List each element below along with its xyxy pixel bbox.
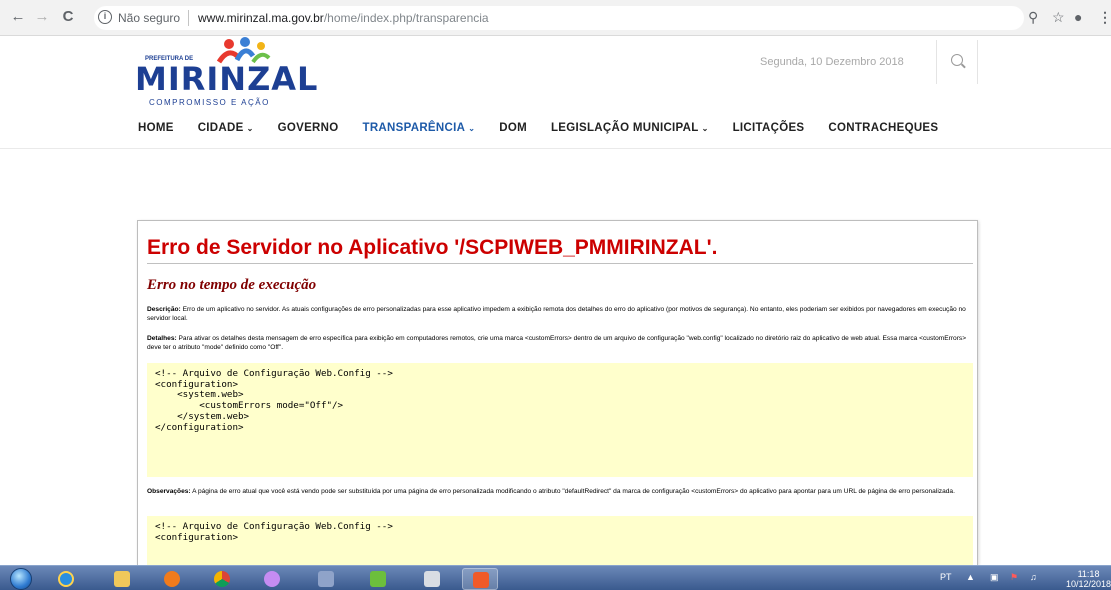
- search-icon: [951, 54, 963, 66]
- zoom-icon[interactable]: ⚲: [1028, 9, 1038, 25]
- error-details: Detalhes: Para ativar os detalhes desta …: [147, 334, 973, 352]
- url-host: www.mirinzal.ma.gov.br: [198, 11, 324, 25]
- browser-toolbar: ← → C i Não seguro www.mirinzal.ma.gov.b…: [0, 0, 1111, 36]
- chrome-icon[interactable]: [204, 568, 240, 590]
- omnibox-divider: [188, 10, 189, 26]
- search-button[interactable]: [936, 40, 978, 84]
- logo-wordmark: MIRINZAL: [135, 60, 319, 98]
- chevron-down-icon: ⌄: [468, 124, 476, 133]
- menu-dom[interactable]: DOM: [499, 122, 527, 134]
- media-player-icon[interactable]: [154, 568, 190, 590]
- clock-date: 10/12/2018: [1066, 579, 1111, 589]
- main-menu: HOME CIDADE ⌄ GOVERNO TRANSPARÊNCIA ⌄ DOM …: [138, 122, 962, 134]
- forward-icon[interactable]: →: [34, 9, 50, 25]
- info-icon[interactable]: i: [98, 10, 112, 24]
- site-logo[interactable]: PREFEITURA DE MIRINZAL COMPROMISSO E AÇÃ…: [135, 36, 317, 108]
- menu-cidade[interactable]: CIDADE ⌄: [198, 122, 254, 134]
- system-clock[interactable]: 11:18 10/12/2018: [1066, 569, 1111, 589]
- code-line: </system.web>: [155, 410, 250, 422]
- code-block-config: <!-- Arquivo de Configuração Web.Config …: [147, 363, 973, 477]
- menu-transparencia-label: TRANSPARÊNCIA: [362, 122, 466, 134]
- divider: [147, 263, 973, 264]
- menu-legislacao[interactable]: LEGISLAÇÃO MUNICIPAL ⌄: [551, 122, 709, 134]
- menu-cidade-label: CIDADE: [197, 122, 244, 134]
- menu-governo[interactable]: GOVERNO: [278, 122, 339, 134]
- site-header: PREFEITURA DE MIRINZAL COMPROMISSO E AÇÃ…: [0, 36, 1111, 149]
- url-text[interactable]: www.mirinzal.ma.gov.br/home/index.php/tr…: [198, 11, 489, 25]
- address-bar[interactable]: i Não seguro www.mirinzal.ma.gov.br/home…: [94, 6, 1024, 30]
- network-tray-icon[interactable]: ▣: [990, 572, 999, 583]
- notes-label: Observações:: [147, 488, 191, 495]
- error-subtitle: Erro no tempo de execução: [147, 277, 317, 293]
- start-button[interactable]: [10, 568, 32, 590]
- code-block-redirect: <!-- Arquivo de Configuração Web.Config …: [147, 516, 973, 565]
- chevron-down-icon: ⌄: [701, 124, 709, 133]
- url-path: /home/index.php/transparencia: [323, 11, 489, 25]
- code-line: <configuration>: [155, 378, 238, 390]
- menu-legislacao-label: LEGISLAÇÃO MUNICIPAL: [550, 122, 699, 134]
- clock-time: 11:18: [1077, 569, 1100, 579]
- ie-icon[interactable]: [48, 568, 84, 590]
- details-text: Para ativar os detalhes desta mensagem d…: [147, 335, 967, 351]
- profile-icon[interactable]: ●: [1074, 9, 1082, 25]
- notes-text: A página de erro atual que você está ven…: [190, 488, 955, 495]
- error-frame: Erro de Servidor no Aplicativo '/SCPIWEB…: [137, 220, 978, 565]
- flag-tray-icon[interactable]: ⚑: [1010, 572, 1018, 583]
- paint-icon[interactable]: [254, 568, 290, 590]
- language-indicator[interactable]: PT: [940, 572, 952, 582]
- explorer-icon[interactable]: [104, 568, 140, 590]
- error-title: Erro de Servidor no Aplicativo '/SCPIWEB…: [147, 236, 718, 259]
- orange-app-icon[interactable]: [462, 568, 498, 590]
- description-label: Descrição:: [147, 306, 181, 313]
- menu-transparencia[interactable]: TRANSPARÊNCIA ⌄: [363, 122, 476, 134]
- code-line: <customErrors mode="Off"/>: [155, 400, 344, 412]
- description-text: Erro de um aplicativo no servidor. As at…: [147, 306, 966, 322]
- bookmark-star-icon[interactable]: ☆: [1052, 9, 1065, 25]
- code-line: <!-- Arquivo de Configuração Web.Config …: [155, 521, 393, 532]
- code-line: <configuration>: [155, 531, 238, 543]
- code-line: <!-- Arquivo de Configuração Web.Config …: [155, 368, 393, 379]
- menu-home[interactable]: HOME: [138, 122, 174, 134]
- security-label[interactable]: Não seguro: [118, 11, 180, 25]
- network-icon[interactable]: [308, 568, 344, 590]
- menu-contracheques[interactable]: CONTRACHEQUES: [828, 122, 938, 134]
- code-line: </configuration>: [155, 421, 244, 433]
- reload-icon[interactable]: C: [60, 9, 76, 25]
- menu-licitacoes[interactable]: LICITAÇÕES: [733, 122, 805, 134]
- details-label: Detalhes:: [147, 335, 177, 342]
- logo-tagline: COMPROMISSO E AÇÃO: [149, 98, 270, 107]
- back-icon[interactable]: ←: [10, 9, 26, 25]
- volume-icon[interactable]: ♫: [1030, 572, 1037, 582]
- show-hidden-icons[interactable]: ▲: [966, 572, 975, 582]
- error-description: Descrição: Erro de um aplicativo no serv…: [147, 305, 973, 323]
- taskbar: PT ▲ ▣ ⚑ ♫ 11:18 10/12/2018: [0, 565, 1111, 590]
- menu-dots-icon[interactable]: ⋮: [1098, 9, 1111, 25]
- error-notes: Observações: A página de erro atual que …: [147, 487, 973, 496]
- chevron-down-icon: ⌄: [246, 124, 254, 133]
- current-date: Segunda, 10 Dezembro 2018: [760, 56, 904, 68]
- green-app-icon[interactable]: [360, 568, 396, 590]
- calculator-icon[interactable]: [414, 568, 450, 590]
